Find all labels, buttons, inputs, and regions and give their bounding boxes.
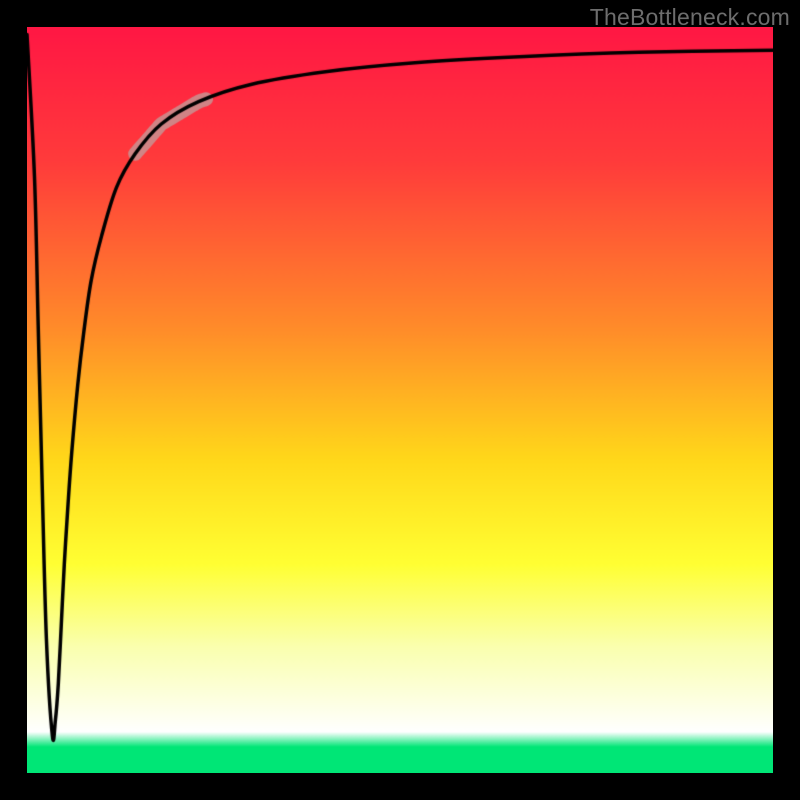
attribution-text: TheBottleneck.com xyxy=(590,4,790,31)
chart-plot-area xyxy=(27,27,773,773)
chart-curve xyxy=(27,27,773,773)
